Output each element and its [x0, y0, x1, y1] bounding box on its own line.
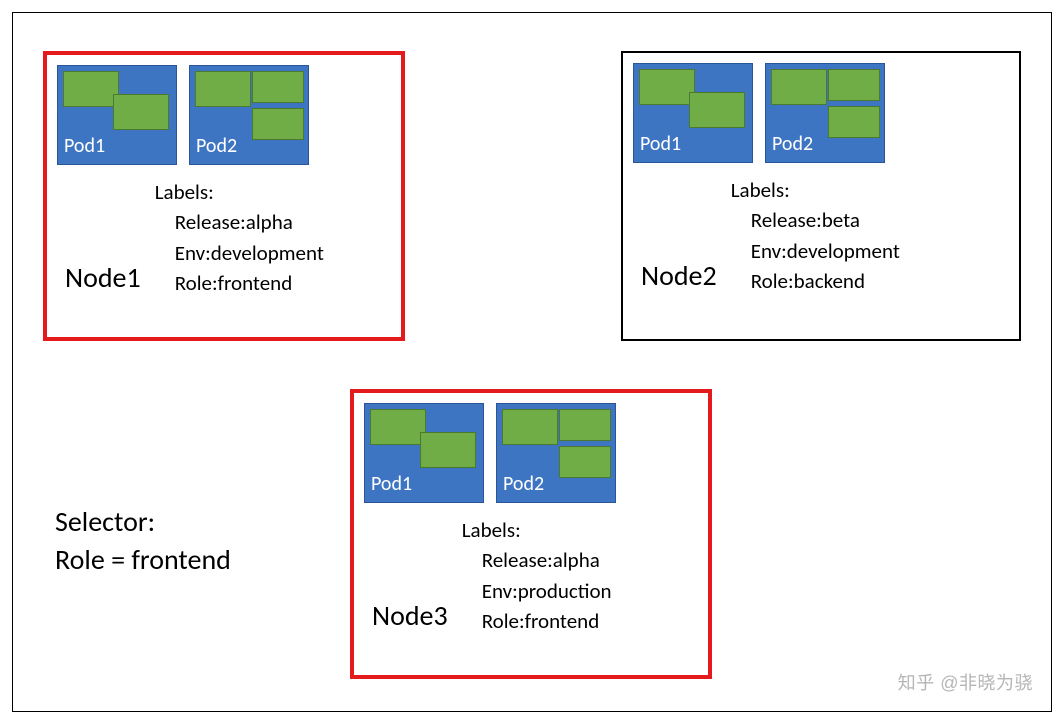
labels-title: Labels: — [155, 177, 324, 207]
container-icon — [252, 108, 304, 140]
container-icon — [63, 71, 119, 107]
pods-row: Pod1 Pod2 — [364, 403, 698, 503]
pods-row: Pod1 Pod2 — [633, 63, 1009, 163]
label-kv: Release:alpha — [155, 207, 324, 237]
labels-title: Labels: — [731, 175, 900, 205]
pod-label: Pod1 — [640, 132, 681, 156]
node-name: Node2 — [641, 258, 717, 297]
pod-label: Pod2 — [503, 472, 544, 496]
node-name: Node1 — [65, 260, 141, 299]
label-kv: Role:frontend — [462, 606, 612, 636]
container-icon — [689, 92, 745, 128]
labels-block: Labels: Release:alpha Env:development Ro… — [155, 177, 324, 299]
selector-title: Selector: — [55, 503, 231, 541]
pod-label: Pod2 — [772, 132, 813, 156]
pod-label: Pod1 — [64, 134, 105, 158]
pod-pod1: Pod1 — [364, 403, 484, 503]
container-icon — [113, 94, 169, 130]
pod-pod2: Pod2 — [189, 65, 309, 165]
label-kv: Release:beta — [731, 205, 900, 235]
node-body: Node2 Labels: Release:beta Env:developme… — [633, 175, 1009, 297]
label-kv: Release:alpha — [462, 545, 612, 575]
pod-pod1: Pod1 — [633, 63, 753, 163]
container-icon — [559, 409, 611, 441]
container-icon — [771, 69, 827, 105]
selector-expression: Role = frontend — [55, 541, 231, 579]
container-icon — [502, 409, 558, 445]
container-icon — [370, 409, 426, 445]
container-icon — [559, 446, 611, 478]
labels-title: Labels: — [462, 515, 612, 545]
selector-block: Selector: Role = frontend — [55, 503, 231, 579]
node-box-node1: Pod1 Pod2 Node1 Labels: Release:alpha En… — [43, 51, 405, 341]
container-icon — [828, 69, 880, 101]
node-box-node3: Pod1 Pod2 Node3 Labels: Release:alpha En… — [350, 389, 712, 679]
label-kv: Env:development — [731, 236, 900, 266]
labels-block: Labels: Release:beta Env:development Rol… — [731, 175, 900, 297]
node-body: Node1 Labels: Release:alpha Env:developm… — [57, 177, 391, 299]
label-kv: Role:backend — [731, 266, 900, 296]
pods-row: Pod1 Pod2 — [57, 65, 391, 165]
container-icon — [420, 432, 476, 468]
node-box-node2: Pod1 Pod2 Node2 Labels: Release:beta Env… — [621, 51, 1021, 341]
container-icon — [639, 69, 695, 105]
label-kv: Env:development — [155, 238, 324, 268]
label-kv: Role:frontend — [155, 268, 324, 298]
pod-pod2: Pod2 — [496, 403, 616, 503]
container-icon — [828, 106, 880, 138]
pod-pod2: Pod2 — [765, 63, 885, 163]
node-name: Node3 — [372, 598, 448, 637]
labels-block: Labels: Release:alpha Env:production Rol… — [462, 515, 612, 637]
watermark: 知乎 @非晓为骁 — [898, 669, 1033, 695]
diagram-canvas: Pod1 Pod2 Node1 Labels: Release:alpha En… — [12, 12, 1052, 712]
container-icon — [252, 71, 304, 103]
node-body: Node3 Labels: Release:alpha Env:producti… — [364, 515, 698, 637]
pod-pod1: Pod1 — [57, 65, 177, 165]
pod-label: Pod2 — [196, 134, 237, 158]
pod-label: Pod1 — [371, 472, 412, 496]
container-icon — [195, 71, 251, 107]
label-kv: Env:production — [462, 576, 612, 606]
